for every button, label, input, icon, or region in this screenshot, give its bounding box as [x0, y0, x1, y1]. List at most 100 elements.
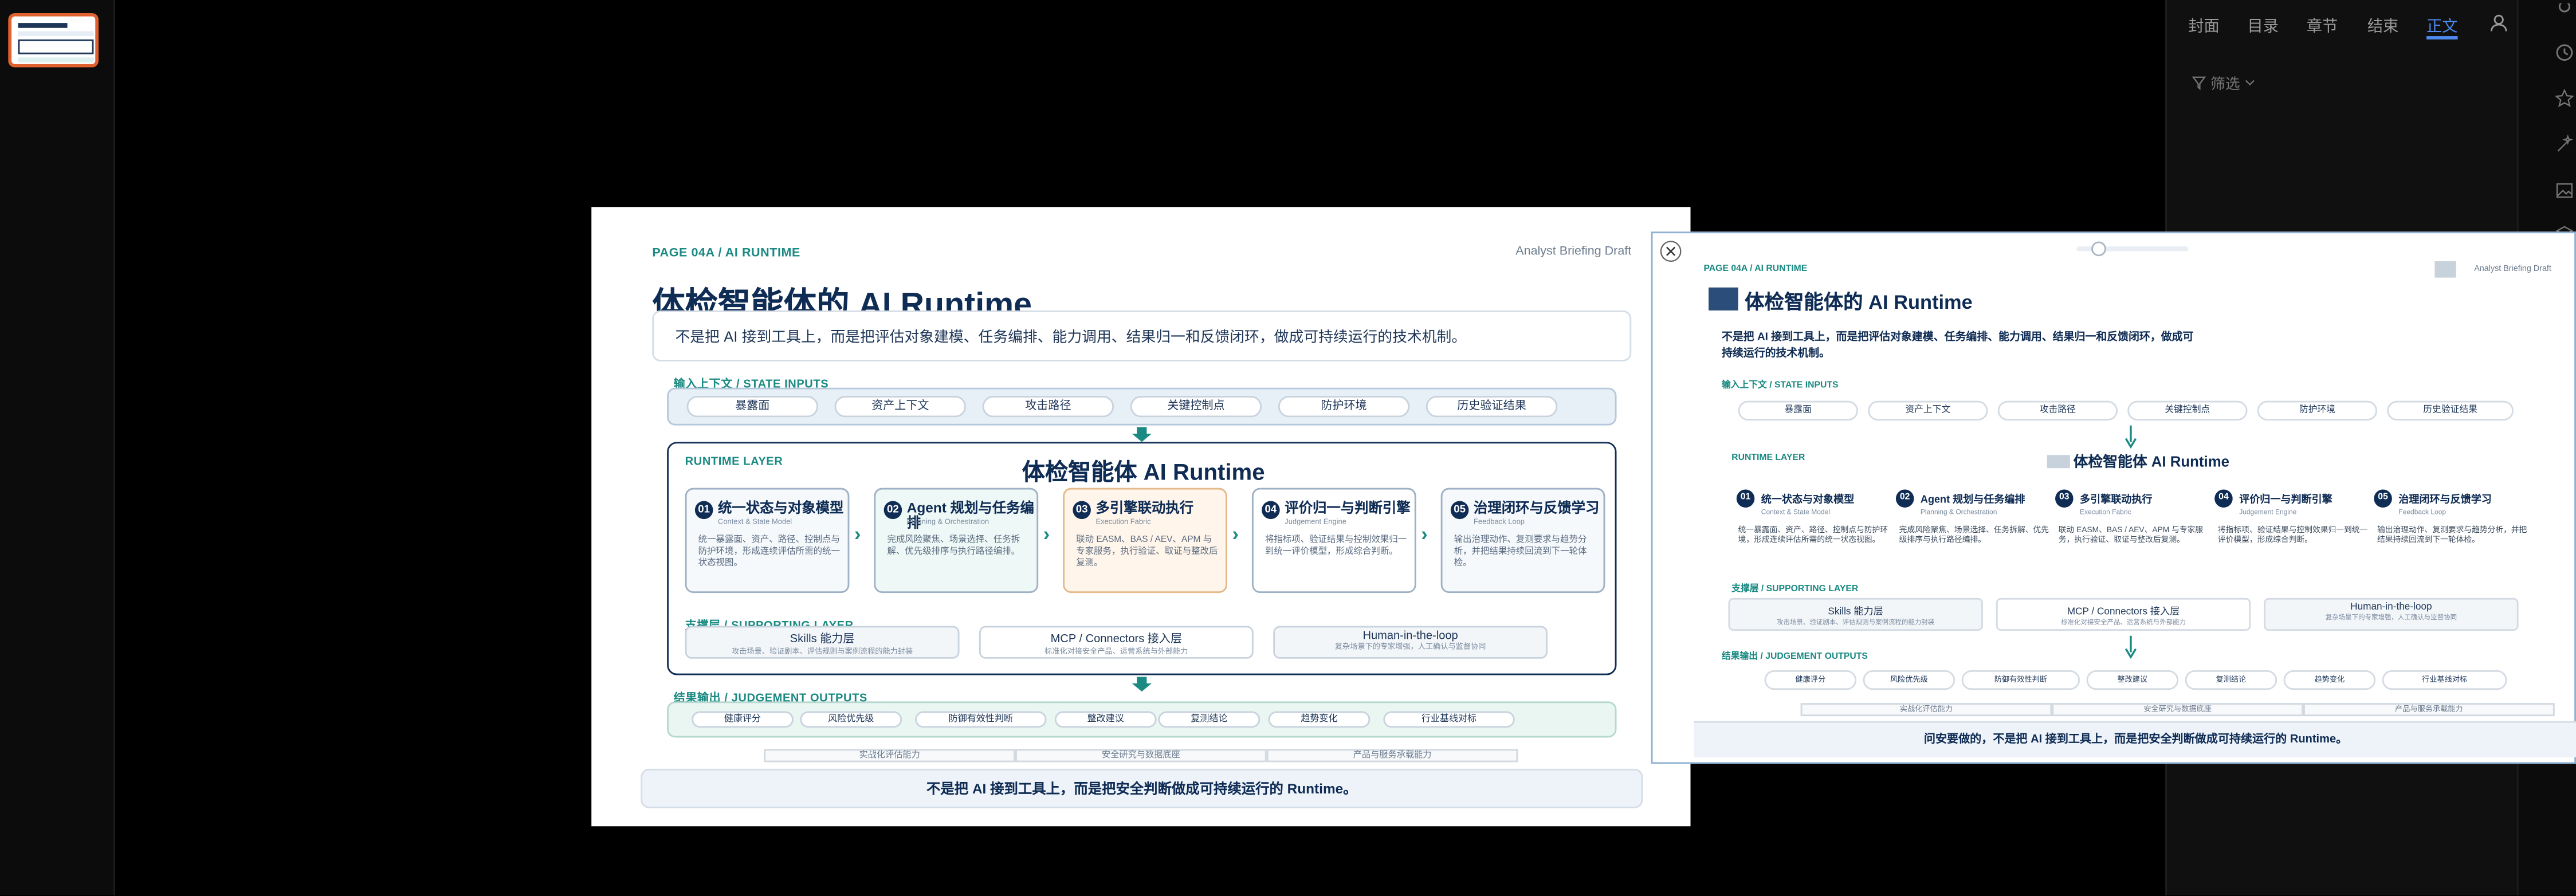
- support-mcp: MCP / Connectors 接入层 标准化对接安全产品、运营系统与外部能力: [979, 626, 1254, 659]
- chevron-down-icon: [2245, 80, 2255, 86]
- stage-card-01: 01 统一状态与对象模型 Context & State Model 统一暴露面…: [685, 488, 850, 594]
- zoom-slider[interactable]: [2076, 241, 2189, 257]
- chevron-right-icon: ›: [1043, 522, 1050, 545]
- stage-body: 将指标项、验证结果与控制效果归一到统一评价模型，形成综合判断。: [1265, 535, 1407, 557]
- corner-label: Analyst Briefing Draft: [1515, 243, 1632, 258]
- stage-number: 03: [1073, 501, 1091, 520]
- stage-number: 02: [883, 501, 902, 520]
- stage-number: 01: [694, 501, 713, 520]
- stage-subtitle: Feedback Loop: [1474, 517, 1525, 526]
- preview-support-label: 支撑层 / SUPPORTING LAYER: [1731, 584, 1859, 595]
- preview-input-pill: 历史验证结果: [2387, 400, 2514, 421]
- bottom-bar: 产品与服务承载能力: [1266, 749, 1518, 763]
- support-sub: 复杂场景下的专家增强，人工确认与监督协同: [1334, 642, 1486, 651]
- chevron-right-icon: ›: [1421, 522, 1428, 545]
- preview-bottom-bar: 实战化评估能力: [1800, 703, 2052, 717]
- preview-support-title: Skills 能力层: [1828, 607, 1883, 618]
- tab-end[interactable]: 结束: [2367, 13, 2399, 37]
- support-title: Skills 能力层: [790, 634, 855, 646]
- stage-body: 联动 EASM、BAS / AEV、APM 与专家服务，执行验证、取证与整改后复…: [1076, 535, 1218, 569]
- star-icon[interactable]: [2554, 88, 2575, 108]
- support-hitl: Human-in-the-loop 复杂场景下的专家增强，人工确认与监督协同: [1273, 626, 1548, 659]
- stage-subtitle: Planning & Orchestration: [906, 517, 989, 526]
- preview-support-title: Human-in-the-loop: [2350, 603, 2432, 613]
- output-pill: 整改建议: [1054, 711, 1157, 728]
- tab-cover[interactable]: 封面: [2188, 13, 2220, 37]
- main-slide[interactable]: PAGE 04A / AI RUNTIME Analyst Briefing D…: [591, 207, 1691, 827]
- preview-inputs-label: 输入上下文 / STATE INPUTS: [1721, 381, 1839, 391]
- preview-stage-title: 统一状态与对象模型: [1761, 494, 1855, 506]
- preview-stage-subtitle: Context & State Model: [1761, 508, 1830, 516]
- stage-card-02: 02 Agent 规划与任务编排 Planning & Orchestratio…: [874, 488, 1039, 594]
- settings-icon[interactable]: [2555, 3, 2574, 17]
- slide-footer: 不是把 AI 接到工具上，而是把安全判断做成可持续运行的 Runtime。: [641, 768, 1643, 808]
- inputs-row: 暴露面 资产上下文 攻击路径 关键控制点 防护环境 历史验证结果: [667, 387, 1617, 426]
- flow-down-arrow-icon: [1132, 677, 1152, 692]
- input-pill: 暴露面: [686, 396, 818, 418]
- chevron-right-icon: ›: [1232, 522, 1239, 545]
- preview-output-pill: 风险优先级: [1863, 670, 1955, 690]
- preview-output-pill: 健康评分: [1764, 670, 1857, 690]
- active-tab-indicator: [2426, 36, 2458, 39]
- filter-icon: [2192, 76, 2206, 91]
- output-pill: 复测结论: [1158, 711, 1260, 728]
- image-icon[interactable]: [2555, 180, 2574, 200]
- outputs-row: 健康评分 风险优先级 防御有效性判断 整改建议 复测结论 趋势变化 行业基线对标: [667, 701, 1617, 738]
- runtime-title: 体检智能体 AI Runtime: [1022, 458, 1265, 485]
- preview-stage-subtitle: Planning & Orchestration: [1920, 508, 1997, 516]
- subtitle-box: 不是把 AI 接到工具上，而是把评估对象建模、任务编排、能力调用、结果归一和反馈…: [652, 310, 1632, 361]
- close-icon[interactable]: [1659, 240, 1682, 263]
- stage-title: 治理闭环与反馈学习: [1474, 499, 1600, 516]
- preview-stage-body: 完成风险聚焦、场景选择、任务拆解、优先级排序与执行路径编排。: [1899, 527, 2049, 545]
- output-pill: 健康评分: [692, 711, 794, 728]
- input-pill: 防护环境: [1278, 396, 1410, 418]
- stage-body: 完成风险聚焦、场景选择、任务拆解、优先级排序与执行路径编排。: [887, 535, 1020, 557]
- preview-stage-number: 03: [2055, 489, 2074, 508]
- preview-stage-body: 将指标项、验证结果与控制效果归一到统一评价模型，形成综合判断。: [2217, 527, 2368, 545]
- preview-support-skills: Skills 能力层 攻击场景、验证剧本、评估规则与案例流程的能力封装: [1728, 598, 1983, 631]
- stage-subtitle: Execution Fabric: [1095, 517, 1151, 526]
- stage-number: 05: [1450, 501, 1469, 520]
- filter-button[interactable]: 筛选: [2192, 72, 2256, 93]
- runtime-layer: RUNTIME LAYER 体检智能体 AI Runtime 01 统一状态与对…: [667, 442, 1617, 675]
- preview-footer: 问安要做的，不是把 AI 接到工具上，而是把安全判断做成可持续运行的 Runti…: [1694, 721, 2576, 757]
- preview-stage-number: 05: [2374, 489, 2392, 508]
- bottom-bar: 安全研究与数据底座: [1015, 749, 1267, 763]
- preview-output-pill: 整改建议: [2086, 670, 2179, 690]
- output-pill: 行业基线对标: [1383, 711, 1515, 728]
- tab-body[interactable]: 正文: [2426, 13, 2458, 37]
- input-pill: 关键控制点: [1130, 396, 1262, 418]
- stage-body: 输出治理动作、复测要求与趋势分析，并把结果持续回流到下一轮体检。: [1454, 535, 1587, 569]
- output-pill: 趋势变化: [1268, 711, 1371, 728]
- stage-number: 04: [1262, 501, 1280, 520]
- preview-stage-subtitle: Feedback Loop: [2398, 508, 2447, 516]
- preview-runtime-title: 体检智能体 AI Runtime: [2073, 453, 2230, 470]
- magic-icon[interactable]: [2555, 135, 2574, 154]
- stage-title: 多引擎联动执行: [1095, 499, 1194, 516]
- preview-arrow-icon: [2125, 425, 2137, 449]
- tab-toc[interactable]: 目录: [2248, 13, 2279, 37]
- preview-bottom-bar: 安全研究与数据底座: [2052, 703, 2304, 717]
- slide-thumbnail[interactable]: [8, 13, 99, 68]
- tab-chapter[interactable]: 章节: [2307, 13, 2338, 37]
- zoom-slider-handle[interactable]: [2091, 241, 2107, 257]
- preview-logo-block: [1709, 287, 1738, 311]
- preview-eyebrow: PAGE 04A / AI RUNTIME: [1703, 264, 1808, 274]
- preview-corner: Analyst Briefing Draft: [2474, 264, 2551, 274]
- support-sub: 攻击场景、验证剧本、评估规则与案例流程的能力封装: [731, 647, 913, 656]
- preview-outputs-label: 结果输出 / JUDGEMENT OUTPUTS: [1721, 652, 1868, 662]
- preview-panel[interactable]: PAGE 04A / AI RUNTIME Analyst Briefing D…: [1651, 231, 2576, 764]
- support-title: MCP / Connectors 接入层: [1050, 634, 1183, 646]
- user-icon[interactable]: [2489, 13, 2508, 33]
- bottom-bar: 实战化评估能力: [764, 749, 1016, 763]
- stage-title: 统一状态与对象模型: [718, 499, 844, 516]
- stage-title: 评价归一与判断引擎: [1285, 499, 1411, 516]
- history-icon[interactable]: [2555, 43, 2574, 62]
- page-eyebrow: PAGE 04A / AI RUNTIME: [652, 245, 800, 260]
- preview-stage-body: 输出治理动作、复测要求与趋势分析，并把结果持续回流到下一轮体检。: [2377, 527, 2527, 545]
- stage-body: 统一暴露面、资产、路径、控制点与防护环境，形成连续评估所需的统一状态视图。: [698, 535, 840, 569]
- slide-thumbnail-rail: [0, 0, 115, 895]
- preview-support-sub: 标准化对接安全产品、运营系统与外部能力: [2061, 618, 2186, 626]
- flow-down-arrow-icon: [1132, 427, 1152, 442]
- support-skills: Skills 能力层 攻击场景、验证剧本、评估规则与案例流程的能力封装: [685, 626, 960, 659]
